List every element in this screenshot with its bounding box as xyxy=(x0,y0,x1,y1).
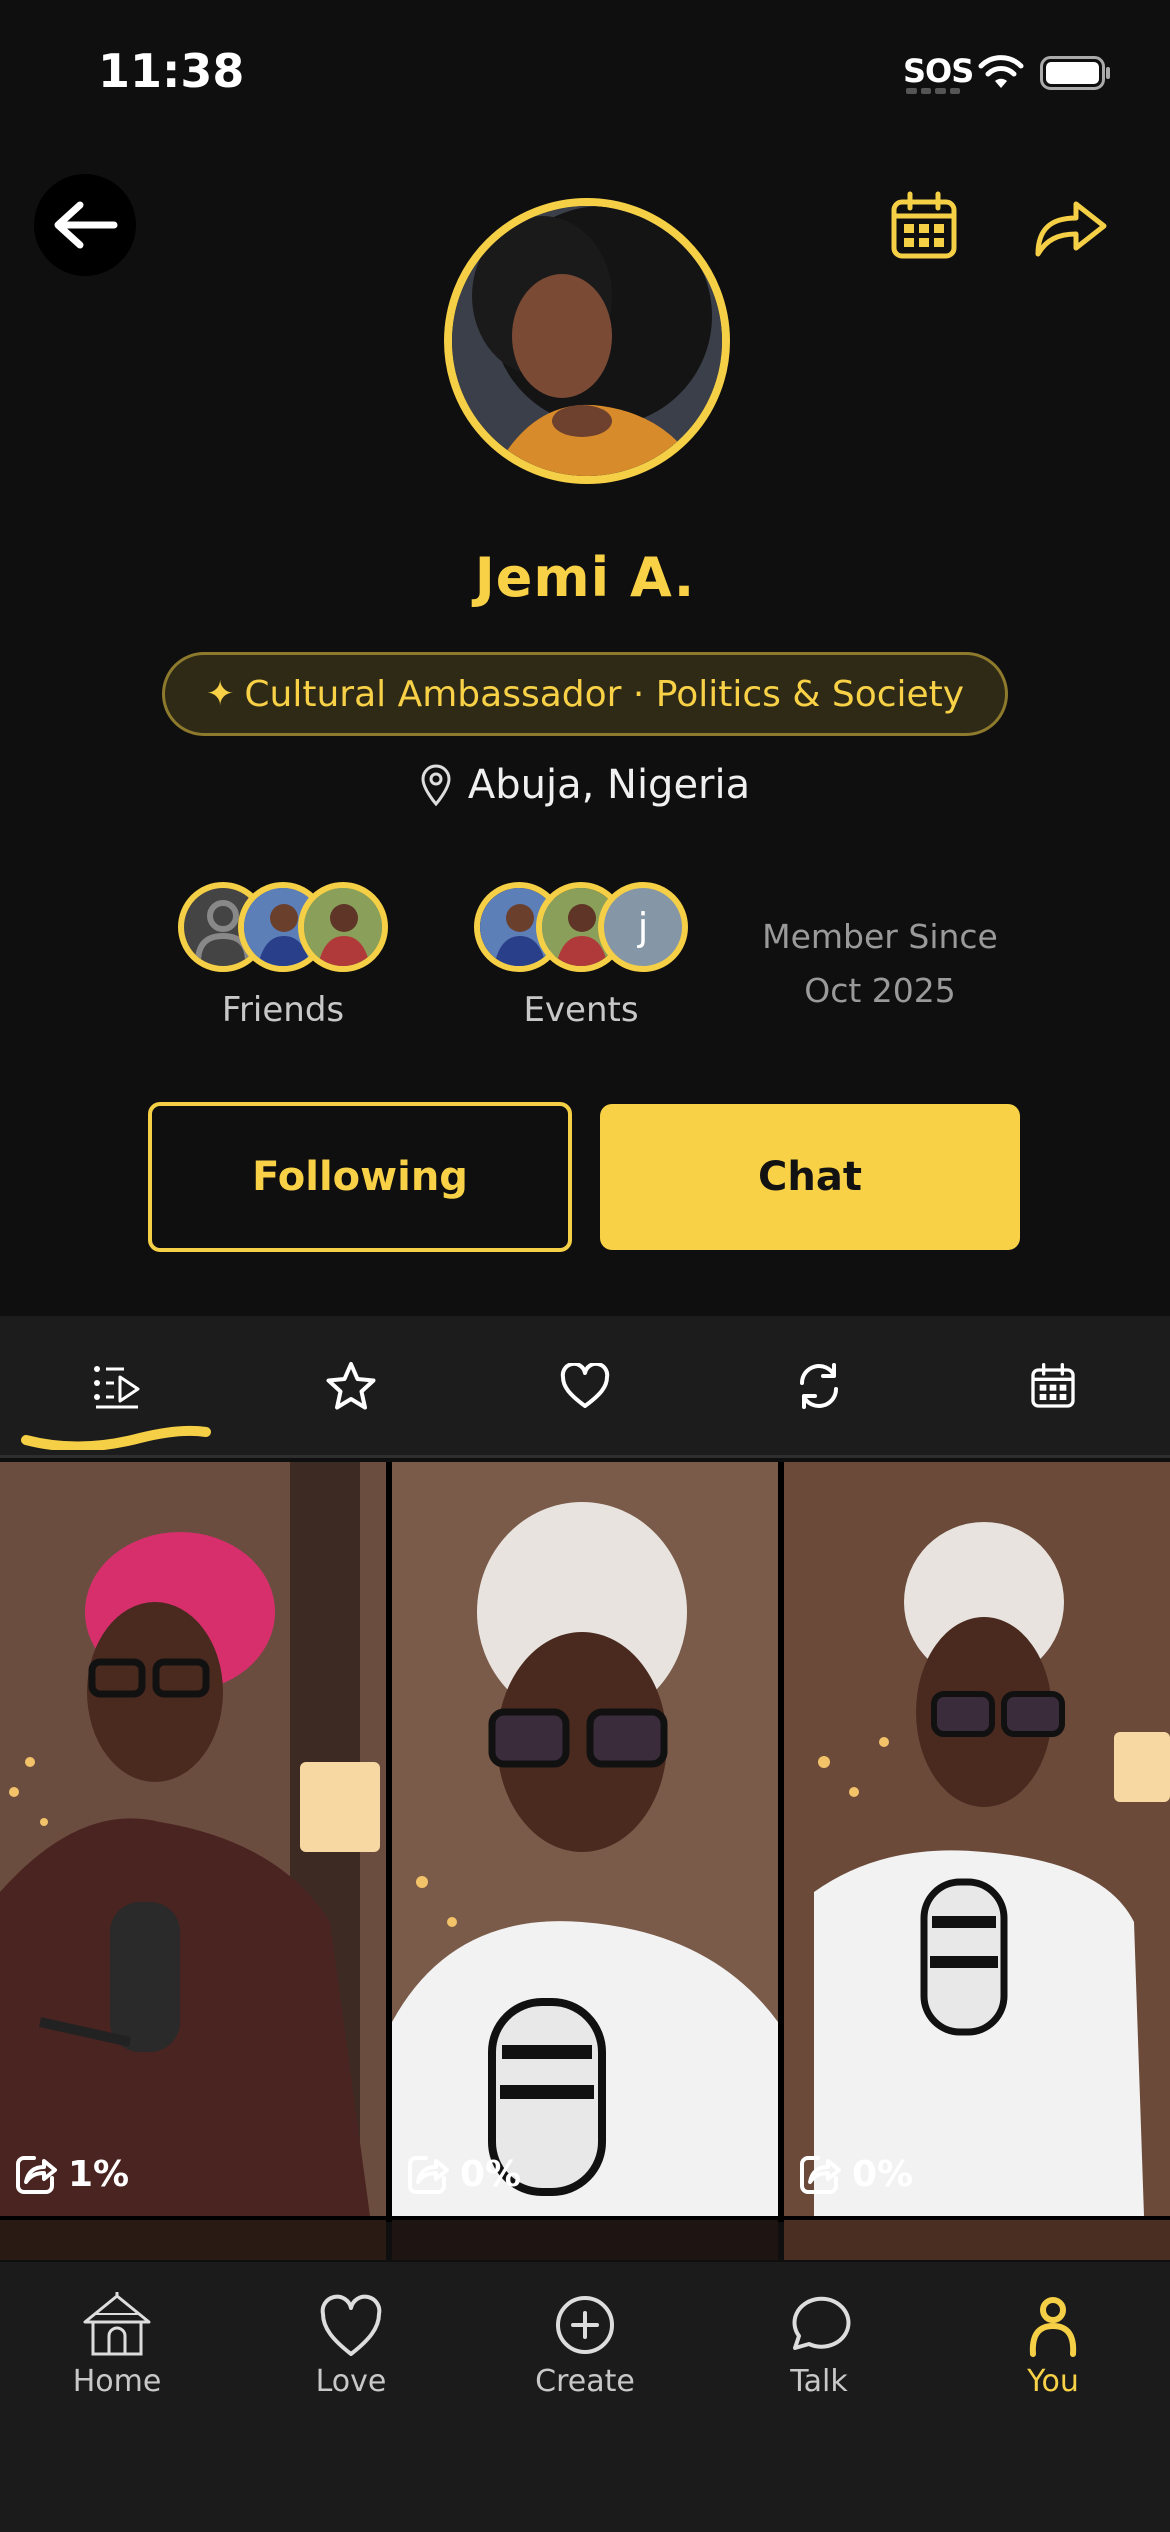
nav-create-label: Create xyxy=(535,2364,635,2399)
friends-label: Friends xyxy=(221,990,345,1030)
playlist-icon xyxy=(94,1366,140,1409)
video-thumbnail xyxy=(784,1462,1170,2216)
video-tile[interactable]: 0% xyxy=(392,1462,778,2216)
profile-avatar[interactable] xyxy=(444,198,730,484)
video-tile[interactable]: 0% xyxy=(784,1462,1170,2216)
member-since-date: Oct 2025 xyxy=(804,971,956,1010)
following-button[interactable]: Following xyxy=(148,1102,572,1252)
events-avatar-stack: j xyxy=(474,882,688,974)
nav-love[interactable]: Love xyxy=(234,2292,468,2412)
share-percent: 1% xyxy=(68,2153,130,2195)
sos-indicator: SOS xyxy=(903,52,974,90)
nav-home[interactable]: Home xyxy=(0,2292,234,2412)
share-stat: 1% xyxy=(14,2152,129,2196)
friend-avatar xyxy=(298,882,388,972)
location-label: Abuja, Nigeria xyxy=(467,762,751,808)
share-stat: 0% xyxy=(406,2152,521,2196)
person-icon xyxy=(1029,2297,1077,2357)
wifi-icon xyxy=(978,55,1024,88)
share-button[interactable] xyxy=(1030,190,1110,262)
video-tile-partial xyxy=(392,2220,778,2260)
heart-icon xyxy=(560,1363,610,1408)
tab-reposts[interactable] xyxy=(702,1316,936,1456)
nav-create[interactable]: Create xyxy=(468,2292,702,2412)
video-tile-partial xyxy=(784,2220,1170,2260)
share-percent: 0% xyxy=(460,2153,522,2195)
tab-events[interactable] xyxy=(936,1316,1170,1456)
active-tab-indicator xyxy=(21,1425,211,1450)
member-since: Member Since Oct 2025 xyxy=(730,910,1030,1018)
share-icon xyxy=(16,2156,57,2194)
events-stat[interactable]: j Events xyxy=(474,882,688,1030)
hut-icon xyxy=(83,2292,151,2356)
friends-stat[interactable]: Friends xyxy=(178,882,388,1030)
nav-love-label: Love xyxy=(315,2364,387,2399)
profile-name: Jemi A. xyxy=(474,546,696,609)
status-time: 11:38 xyxy=(98,44,245,98)
heart-icon xyxy=(320,2294,382,2356)
share-icon xyxy=(800,2156,841,2194)
chat-bubble-icon xyxy=(792,2296,851,2350)
nav-talk-label: Talk xyxy=(790,2364,848,2399)
plus-circle-icon xyxy=(556,2296,614,2354)
events-label: Events xyxy=(523,990,639,1030)
role-badge-label: Cultural Ambassador · Politics & Society xyxy=(244,673,965,715)
profile-photo xyxy=(452,206,722,476)
share-percent: 0% xyxy=(852,2153,914,2195)
video-thumbnail xyxy=(392,1462,778,2216)
event-initial-avatar: j xyxy=(598,882,688,972)
star-icon xyxy=(326,1362,376,1410)
share-stat: 0% xyxy=(798,2152,913,2196)
share-icon xyxy=(408,2156,449,2194)
status-bar: 11:38 SOS xyxy=(0,0,1170,150)
location-pin-icon xyxy=(421,764,451,807)
role-badge: ✦ Cultural Ambassador · Politics & Socie… xyxy=(162,652,1008,736)
nav-you[interactable]: You xyxy=(936,2292,1170,2412)
chat-button[interactable]: Chat xyxy=(600,1104,1020,1250)
sparkle-icon: ✦ xyxy=(205,674,235,714)
calendar-button[interactable] xyxy=(888,190,960,262)
calendar-icon xyxy=(1031,1363,1075,1408)
video-grid: 1% 0% 0% xyxy=(0,1462,1170,2260)
refresh-icon xyxy=(800,1363,838,1409)
location: Abuja, Nigeria xyxy=(0,762,1170,808)
tab-liked[interactable] xyxy=(468,1316,702,1456)
member-since-label: Member Since xyxy=(762,917,998,956)
back-button[interactable] xyxy=(34,174,136,276)
video-tile-partial xyxy=(0,2220,386,2260)
bottom-nav: Home Love Create Talk You xyxy=(0,2262,1170,2532)
signal-dots xyxy=(906,88,960,94)
battery-icon xyxy=(1040,56,1110,90)
tab-starred[interactable] xyxy=(234,1316,468,1456)
event-initial: j xyxy=(637,905,649,949)
video-tile[interactable]: 1% xyxy=(0,1462,386,2216)
nav-you-label: You xyxy=(1027,2364,1079,2399)
video-thumbnail xyxy=(0,1462,386,2216)
arrow-left-icon xyxy=(54,201,118,249)
friends-avatar-stack xyxy=(178,882,388,974)
nav-home-label: Home xyxy=(72,2364,162,2399)
nav-talk[interactable]: Talk xyxy=(702,2292,936,2412)
